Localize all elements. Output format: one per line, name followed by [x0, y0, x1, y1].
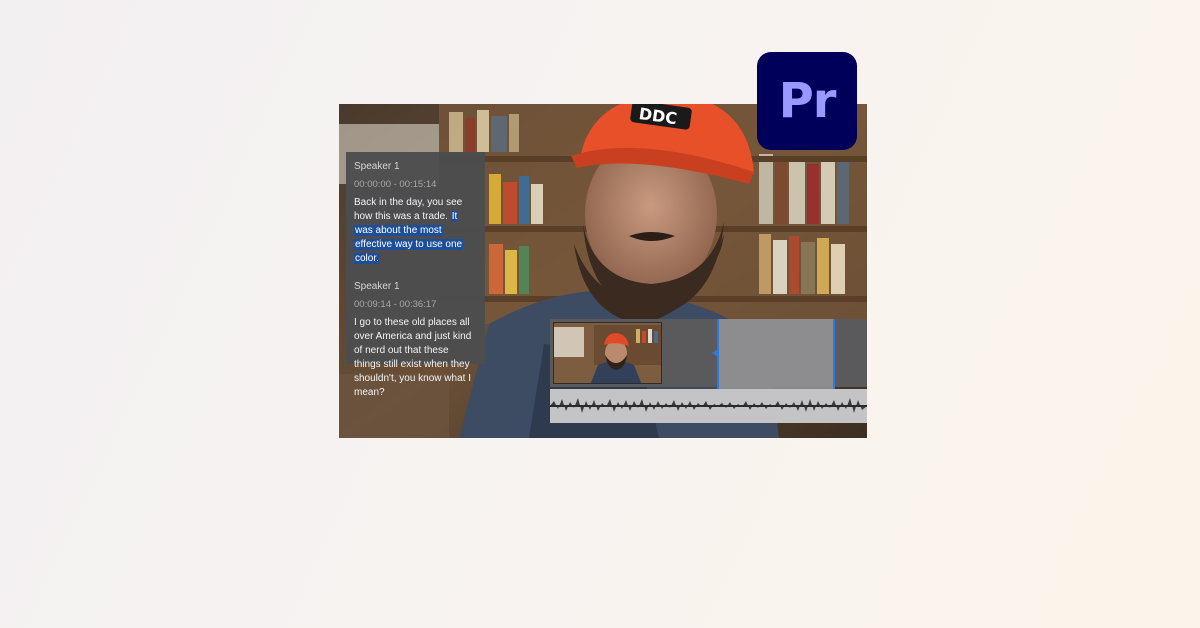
transcript-panel: Speaker 1 00:00:00 - 00:15:14 Back in th… [346, 152, 485, 398]
logo-text: Pr [778, 73, 837, 129]
segment-text[interactable]: I go to these old places all over Americ… [354, 316, 477, 400]
video-frame: DDC Speaker 1 00:00:00 - 00:15:14 Back i… [339, 104, 867, 438]
segment-text-plain: Back in the day, you see how this was a … [354, 197, 463, 222]
thumbnail-image [554, 323, 661, 383]
timeline-panel [550, 319, 867, 438]
premiere-pro-logo: Pr [757, 52, 857, 150]
clip-thumbnail[interactable] [553, 322, 662, 384]
transcript-segment[interactable]: Speaker 1 00:09:14 - 00:36:17 I go to th… [354, 280, 477, 400]
next-clip[interactable] [836, 319, 867, 387]
segment-timecode: 00:00:00 - 00:15:14 [354, 179, 437, 190]
segment-timecode: 00:09:14 - 00:36:17 [354, 299, 437, 310]
speaker-label: Speaker 1 [354, 281, 400, 292]
transcript-segment[interactable]: Speaker 1 00:00:00 - 00:15:14 Back in th… [354, 160, 477, 266]
speaker-label: Speaker 1 [354, 161, 400, 172]
audio-track [550, 389, 867, 423]
audio-waveform-icon [550, 398, 867, 413]
segment-text[interactable]: Back in the day, you see how this was a … [354, 196, 477, 266]
